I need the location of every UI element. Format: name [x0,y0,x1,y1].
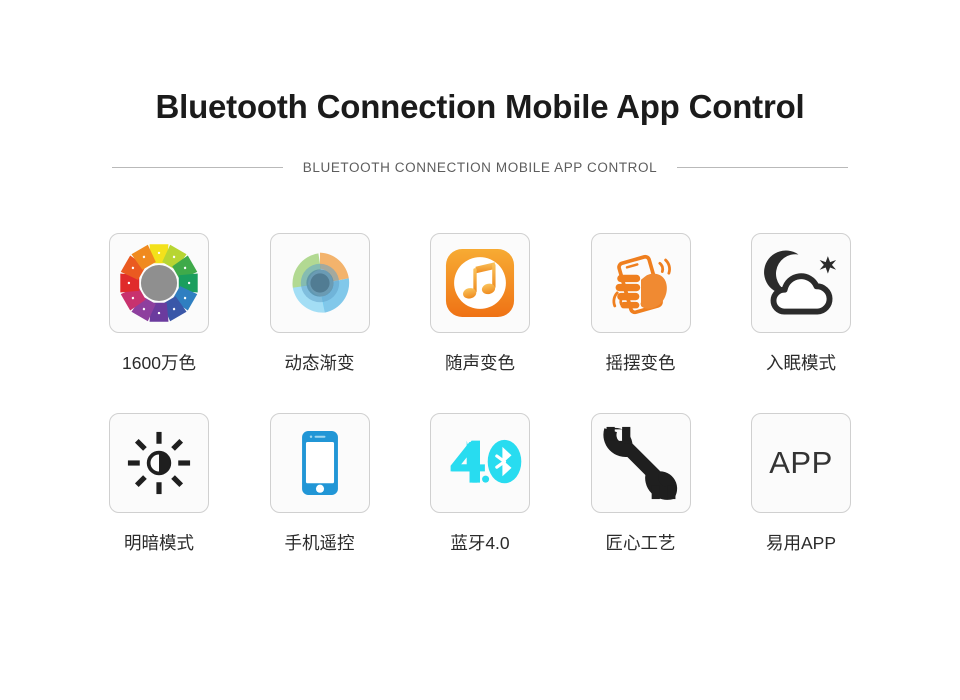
feature-tile[interactable] [269,233,370,333]
feature-item[interactable]: 手机遥控 [266,413,374,555]
feature-tile[interactable] [430,233,530,333]
feature-item[interactable]: 1600万色 [105,233,213,375]
feature-row-2: 明暗模式 手机遥控 蓝牙4.0 匠心工艺 APP 易用APP [105,413,855,555]
subtitle-divider: BLUETOOTH CONNECTION MOBILE APP CONTROL [0,160,960,175]
feature-label: 易用APP [765,533,837,553]
feature-row-1: 1600万色 动态渐变 随声变色 摇摆变色 入眠模式 [105,233,855,375]
feature-item[interactable]: 摇摆变色 [587,233,695,375]
divider-line-right [677,167,848,168]
feature-label: 匠心工艺 [605,533,676,553]
feature-tile[interactable] [109,233,209,333]
app-text-icon: APP [769,445,833,480]
brightness-icon [127,431,191,495]
feature-tile[interactable] [590,413,691,513]
feature-label: 1600万色 [122,353,196,373]
feature-tile[interactable] [751,233,851,333]
feature-label: 蓝牙4.0 [450,533,510,553]
feature-tile[interactable] [109,413,209,513]
feature-label: 手机遥控 [284,533,355,553]
feature-label: 随声变色 [445,353,515,373]
gradient-swirl-icon [291,252,349,313]
feature-item[interactable]: APP 易用APP [747,413,855,555]
page-title: Bluetooth Connection Mobile App Control [155,88,805,125]
feature-page: Bluetooth Connection Mobile App Control … [0,0,960,700]
feature-tile[interactable] [590,233,691,333]
divider-line-left [112,167,283,168]
feature-label: 摇摆变色 [605,353,676,373]
feature-item[interactable]: 明暗模式 [105,413,213,555]
music-note-icon [445,248,515,318]
color-wheel-icon [120,244,198,322]
wrench-icon [602,426,677,500]
feature-item[interactable]: 匠心工艺 [587,413,695,555]
feature-tile[interactable] [269,413,370,513]
feature-grid: 1600万色 动态渐变 随声变色 摇摆变色 入眠模式 明暗模式 手机遥控 蓝牙4… [0,233,960,555]
smartphone-icon [301,431,338,495]
bluetooth-40-icon [450,439,522,484]
moon-cloud-icon [764,250,837,315]
feature-item[interactable]: 随声变色 [426,233,534,375]
feature-item[interactable]: 动态渐变 [266,233,374,375]
feature-tile[interactable]: APP [751,413,851,513]
feature-item[interactable]: 蓝牙4.0 [426,413,534,555]
feature-tile[interactable] [430,413,530,513]
feature-label: 动态渐变 [284,353,355,373]
feature-label: 入眠模式 [766,353,836,373]
page-subtitle: BLUETOOTH CONNECTION MOBILE APP CONTROL [302,160,658,175]
shake-phone-icon [611,254,671,315]
feature-label: 明暗模式 [124,533,194,553]
feature-item[interactable]: 入眠模式 [747,233,855,375]
